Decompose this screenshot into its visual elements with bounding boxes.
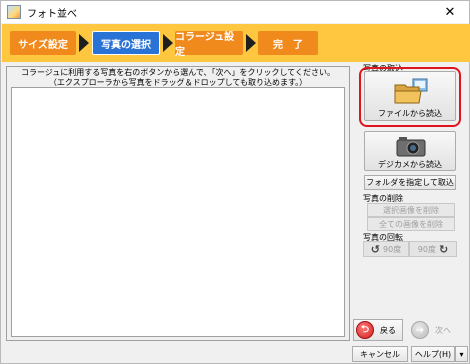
load-from-camera-button[interactable]: デジカメから読込 (364, 131, 456, 171)
rotate-left-icon: ↺ (370, 242, 381, 256)
next-arrow-icon: ➔ (411, 321, 429, 339)
instruction-line-1: コラージュに利用する写真を右のボタンから選んで、「次へ」をクリックしてください。 (20, 68, 336, 77)
step-arrow-icon (79, 34, 89, 52)
load-from-file-label: ファイルから読込 (378, 109, 442, 118)
app-window: フォト並べ ✕ サイズ設定 写真の選択 コラージュ設定 完 了 コラージュに利用… (0, 0, 470, 364)
step-photo-selection: 写真の選択 (92, 31, 160, 55)
help-button[interactable]: ヘルプ(H) (411, 346, 455, 362)
close-icon: ✕ (444, 4, 456, 20)
rotate-left-button[interactable]: ↺ 90度 (363, 241, 409, 257)
rotate-right-icon: ↻ (438, 242, 449, 256)
close-button[interactable]: ✕ (431, 1, 469, 23)
back-label: 戻る (380, 325, 396, 335)
back-button[interactable]: ⮌ 戻る (353, 319, 403, 341)
title-bar: フォト並べ ✕ (1, 1, 469, 23)
step-arrow-icon (246, 34, 256, 52)
next-button[interactable]: ➔ 次へ (409, 319, 465, 341)
step-arrow-icon (163, 34, 173, 52)
help-dropdown-button[interactable]: ▾ (455, 346, 468, 362)
wizard-step-bar: サイズ設定 写真の選択 コラージュ設定 完 了 (2, 24, 470, 62)
app-icon (7, 5, 21, 19)
back-arrow-icon: ⮌ (356, 321, 374, 339)
instruction-text: コラージュに利用する写真を右のボタンから選んで、「次へ」をクリックしてください。… (7, 68, 349, 88)
step-size-settings: サイズ設定 (10, 31, 76, 55)
load-from-camera-label: デジカメから読込 (378, 160, 442, 169)
folder-icon (394, 78, 428, 104)
window-title: フォト並べ (27, 8, 77, 20)
camera-icon (396, 137, 426, 157)
step-collage-settings: コラージュ設定 (175, 31, 243, 58)
dropdown-arrow-icon: ▾ (459, 349, 464, 359)
rotate-left-label: 90度 (383, 244, 402, 254)
photo-drop-area[interactable] (11, 87, 345, 337)
import-folder-button[interactable]: フォルダを指定して取込 (364, 175, 456, 190)
photo-panel: コラージュに利用する写真を右のボタンから選んで、「次へ」をクリックしてください。… (6, 66, 350, 341)
step-complete: 完 了 (258, 31, 318, 55)
load-from-file-button[interactable]: ファイルから読込 (364, 71, 456, 121)
next-label: 次へ (435, 325, 451, 335)
rotate-right-label: 90度 (417, 244, 436, 254)
rotate-right-button[interactable]: 90度 ↻ (409, 241, 457, 257)
delete-all-button[interactable]: 全ての画像を削除 (367, 217, 455, 231)
delete-selected-button[interactable]: 選択画像を削除 (367, 203, 455, 217)
cancel-button[interactable]: キャンセル (352, 346, 408, 362)
